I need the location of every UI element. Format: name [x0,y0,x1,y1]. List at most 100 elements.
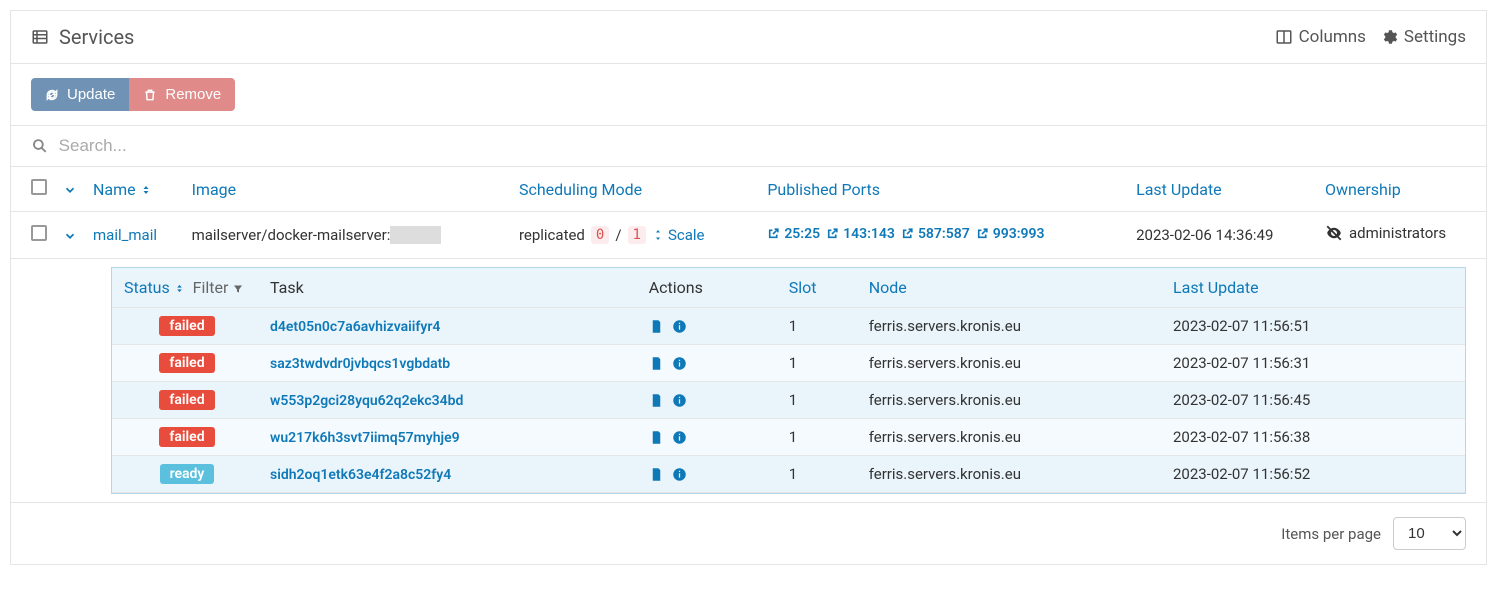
scale-button[interactable]: Scale [652,226,705,244]
list-icon [31,28,49,46]
filter-icon [232,283,244,295]
port-link[interactable]: 587:587 [901,226,970,242]
info-icon[interactable] [672,356,687,371]
service-last-update: 2023-02-06 14:36:49 [1128,212,1317,259]
task-link[interactable]: sidh2oq1etk63e4f2a8c52fy4 [270,467,451,483]
service-image: mailserver/docker-mailserver:xx [184,212,511,259]
update-button[interactable]: Update [31,78,129,111]
col-actions: Actions [641,268,781,308]
remove-button[interactable]: Remove [129,78,235,111]
task-link[interactable]: d4et05n0c7a6avhizvaiifyr4 [270,319,440,335]
task-slot: 1 [781,419,861,456]
status-badge: failed [159,353,214,373]
service-name-link[interactable]: mail_mail [93,226,157,244]
expand-all-toggle[interactable] [63,180,77,199]
col-last-update[interactable]: Last Update [1128,167,1317,212]
external-link-icon [901,227,914,240]
services-table: Name Image Scheduling Mode Published Por… [11,167,1486,503]
port-link[interactable]: 25:25 [767,226,820,242]
task-slot: 1 [781,345,861,382]
task-slot: 1 [781,456,861,493]
settings-label: Settings [1404,27,1466,47]
port-link[interactable]: 143:143 [826,226,895,242]
task-node: ferris.servers.kronis.eu [861,382,1165,419]
eye-off-icon [1325,224,1343,242]
col-image[interactable]: Image [184,167,511,212]
select-all-checkbox[interactable] [31,179,47,195]
update-label: Update [67,86,115,103]
logs-icon[interactable] [649,356,664,371]
col-task-last-update[interactable]: Last Update [1165,268,1465,308]
task-row: failedw553p2gci28yqu62q2ekc34bd1ferris.s… [112,382,1465,419]
col-name[interactable]: Name [85,167,184,212]
trash-icon [143,88,157,102]
task-node: ferris.servers.kronis.eu [861,308,1165,345]
col-task: Task [262,268,641,308]
task-node: ferris.servers.kronis.eu [861,345,1165,382]
expand-row-toggle[interactable] [63,226,77,244]
services-panel: Services Columns Settings Update Remove [10,10,1487,565]
info-icon[interactable] [672,319,687,334]
status-badge: failed [159,316,214,336]
logs-icon[interactable] [649,393,664,408]
task-link[interactable]: wu217k6h3svt7iimq57myhje9 [270,430,460,446]
task-last-update: 2023-02-07 11:56:38 [1165,419,1465,456]
task-last-update: 2023-02-07 11:56:51 [1165,308,1465,345]
tasks-subrow: Status Filter Task Actions Slot Node Las… [11,259,1486,503]
sort-icon [174,283,185,294]
status-badge: ready [160,464,215,484]
col-ownership[interactable]: Ownership [1317,167,1486,212]
external-link-icon [767,227,780,240]
col-status[interactable]: Status Filter [112,268,262,308]
replicas-sep: / [615,226,621,244]
service-scheduling: replicated 0 / 1 Scale [511,212,759,259]
task-link[interactable]: saz3twdvdr0jvbqcs1vgbdatb [270,356,450,372]
refresh-icon [45,88,59,102]
chevron-down-icon [63,229,77,243]
search-input[interactable] [59,136,1466,156]
task-last-update: 2023-02-07 11:56:45 [1165,382,1465,419]
task-node: ferris.servers.kronis.eu [861,419,1165,456]
col-node[interactable]: Node [861,268,1165,308]
task-last-update: 2023-02-07 11:56:31 [1165,345,1465,382]
filter-label[interactable]: Filter [193,278,229,297]
remove-label: Remove [165,86,221,103]
items-per-page-select[interactable]: 10 [1393,517,1466,550]
page-title-text: Services [59,25,134,49]
columns-icon [1275,28,1293,46]
gear-icon [1380,28,1398,46]
row-checkbox[interactable] [31,225,47,241]
replicas-current: 0 [591,226,609,244]
info-icon[interactable] [672,393,687,408]
sort-icon [140,184,152,196]
col-ports[interactable]: Published Ports [759,167,1128,212]
logs-icon[interactable] [649,430,664,445]
page-title: Services [31,25,134,49]
service-ports: 25:25 143:143 587:587 993:993 [759,212,1128,259]
logs-icon[interactable] [649,319,664,334]
task-row: ready sidh2oq1etk63e4f2a8c52fy4 1ferris.se… [112,456,1465,493]
task-slot: 1 [781,308,861,345]
chevron-down-icon [63,183,77,197]
scheduling-mode: replicated [519,226,585,244]
task-row: failed d4et05n0c7a6avhizvaiifyr4 1ferris.s… [112,308,1465,345]
search-icon [31,137,49,155]
service-ownership: administrators [1317,212,1486,259]
task-node: ferris.servers.kronis.eu [861,456,1165,493]
logs-icon[interactable] [649,467,664,482]
info-icon[interactable] [672,430,687,445]
info-icon[interactable] [672,467,687,482]
settings-button[interactable]: Settings [1380,27,1466,47]
columns-label: Columns [1299,27,1366,47]
service-row: mail_mail mailserver/docker-mailserver:x… [11,212,1486,259]
task-row: failed wu217k6h3svt7iimq57myhje9 1ferris.s… [112,419,1465,456]
status-badge: failed [159,427,214,447]
task-link[interactable]: w553p2gci28yqu62q2ekc34bd [270,393,463,409]
col-scheduling[interactable]: Scheduling Mode [511,167,759,212]
port-link[interactable]: 993:993 [976,226,1045,242]
task-row: failed saz3twdvdr0jvbqcs1vgbdatb 1ferris.s… [112,345,1465,382]
external-link-icon [826,227,839,240]
columns-button[interactable]: Columns [1275,27,1366,47]
col-slot[interactable]: Slot [781,268,861,308]
status-badge: failed [159,390,214,410]
